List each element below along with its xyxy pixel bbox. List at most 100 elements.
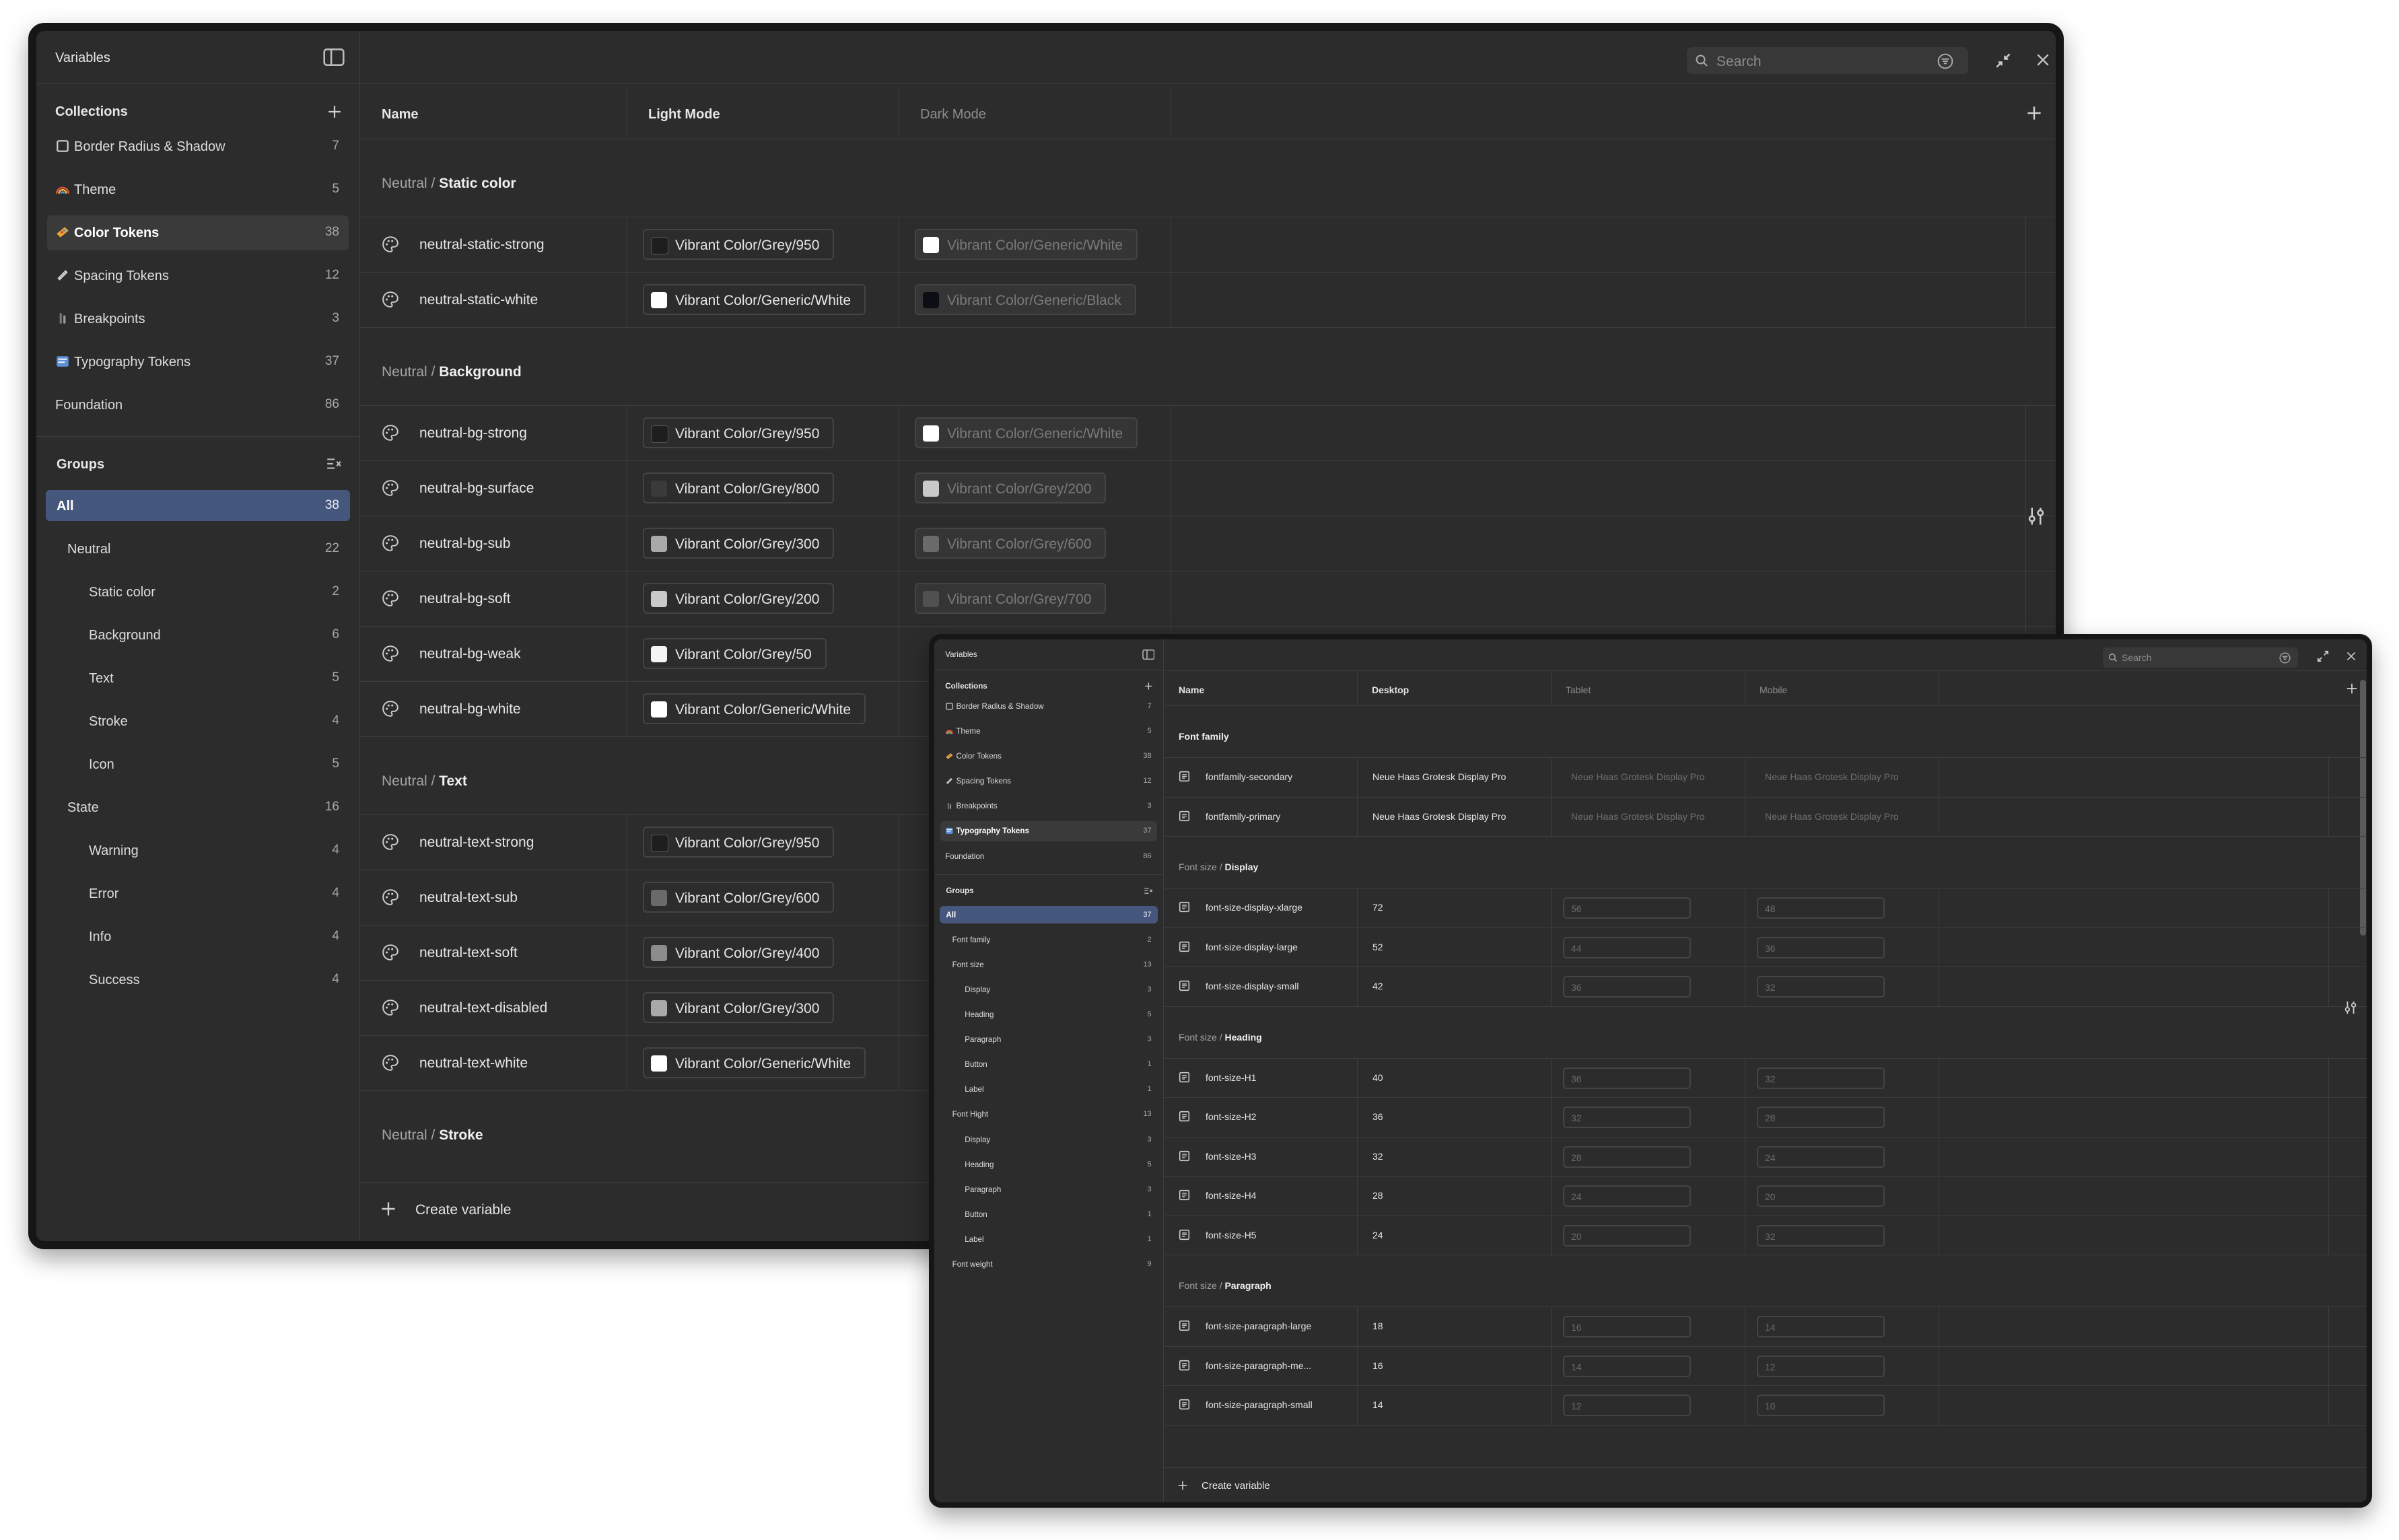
desktop-value[interactable]: 18 [1372,1321,1383,1332]
collection-item[interactable]: Theme 5 [47,172,349,207]
add-collection-icon[interactable] [327,104,342,119]
tablet-value-input[interactable]: 44 [1563,936,1691,958]
mobile-value-input[interactable]: 20 [1757,1185,1885,1207]
adjust-icon[interactable] [2343,1000,2358,1015]
search-input[interactable]: Search [1716,53,1762,70]
light-mode-value[interactable]: Vibrant Color/Grey/400 [643,937,835,968]
create-variable-button[interactable]: Create variable [1177,1479,1312,1494]
collection-item[interactable]: Color Tokens 38 [47,215,349,250]
light-mode-value[interactable]: Vibrant Color/Generic/White [643,693,866,724]
filter-list-icon[interactable] [1144,886,1153,895]
add-mode-icon[interactable] [2026,105,2042,121]
column-header-name[interactable]: Name [1179,685,1204,696]
variable-row[interactable]: neutral-static-strong Vibrant Color/Grey/… [360,217,2056,272]
group-item[interactable]: Neutral 22 [46,533,350,564]
group-item[interactable]: Heading 5 [940,1156,1158,1174]
column-header-dark-mode[interactable]: Dark Mode [920,106,986,123]
mobile-value[interactable]: Neue Haas Grotesk Display Pro [1765,811,1898,823]
panel-icon[interactable] [323,48,345,66]
group-item[interactable]: Font weight 9 [940,1255,1158,1273]
search-input[interactable]: Search [2122,652,2151,664]
variable-row[interactable]: neutral-bg-sub Vibrant Color/Grey/300 Vibr… [360,516,2056,571]
collection-item[interactable]: Foundation 86 [47,388,349,423]
group-item[interactable]: Label 1 [940,1230,1158,1249]
mobile-value-input[interactable]: 32 [1757,976,1885,998]
collection-item[interactable]: Typography Tokens 37 [47,345,349,380]
group-item[interactable]: Warning 4 [46,835,350,866]
collection-item[interactable]: Spacing Tokens 12 [47,258,349,293]
collapse-icon[interactable] [1995,53,2011,69]
desktop-value[interactable]: Neue Haas Grotesk Display Pro [1372,771,1506,783]
tablet-value-input[interactable]: 24 [1563,1185,1691,1207]
variable-row[interactable]: font-size-display-xlarge 72 56 48 [1164,888,2367,928]
dark-mode-value[interactable]: Vibrant Color/Grey/700 [915,583,1107,614]
group-item[interactable]: Background 6 [46,619,350,650]
light-mode-value[interactable]: Vibrant Color/Grey/600 [643,882,835,913]
close-icon[interactable] [2036,53,2050,67]
mobile-value-input[interactable]: 32 [1757,1224,1885,1247]
group-item[interactable]: Icon 5 [46,748,350,779]
variable-row[interactable]: font-size-H5 24 20 32 [1164,1215,2367,1255]
variable-row[interactable]: font-size-paragraph-me... 16 14 12 [1164,1345,2367,1385]
search-box[interactable]: Search [1687,47,1968,74]
mobile-value-input[interactable]: 48 [1757,897,1885,919]
group-item[interactable]: Display 3 [940,981,1158,999]
desktop-value[interactable]: Neue Haas Grotesk Display Pro [1372,811,1506,823]
column-header-name[interactable]: Name [382,106,418,123]
group-item[interactable]: Button 1 [940,1055,1158,1074]
group-item[interactable]: Error 4 [46,878,350,909]
collection-item[interactable]: Theme 5 [940,722,1156,742]
column-header-mobile[interactable]: Mobile [1760,685,1787,696]
add-collection-icon[interactable] [1144,682,1153,691]
variable-row[interactable]: neutral-bg-soft Vibrant Color/Grey/200 Vib… [360,571,2056,626]
collection-item[interactable]: Color Tokens 38 [940,746,1156,767]
adjust-icon[interactable] [2026,506,2046,526]
column-header-tablet[interactable]: Tablet [1566,685,1591,696]
tablet-value-input[interactable]: 12 [1563,1395,1691,1416]
tablet-value[interactable]: Neue Haas Grotesk Display Pro [1571,771,1704,783]
variable-row[interactable]: neutral-static-white Vibrant Color/Generi… [360,272,2056,327]
light-mode-value[interactable]: Vibrant Color/Generic/White [643,284,866,315]
variable-row[interactable]: font-size-paragraph-small 14 12 10 [1164,1385,2367,1425]
mobile-value-input[interactable]: 24 [1757,1146,1885,1168]
collection-item[interactable]: Foundation 86 [940,846,1156,866]
light-mode-value[interactable]: Vibrant Color/Grey/200 [643,583,835,614]
expand-icon[interactable] [2317,650,2329,662]
light-mode-value[interactable]: Vibrant Color/Grey/950 [643,417,835,448]
tablet-value-input[interactable]: 56 [1563,897,1691,919]
desktop-value[interactable]: 52 [1372,942,1383,953]
variable-row[interactable]: font-size-paragraph-large 18 16 14 [1164,1306,2367,1346]
variable-row[interactable]: neutral-bg-strong Vibrant Color/Grey/950 V… [360,405,2056,460]
group-item[interactable]: Button 1 [940,1205,1158,1224]
light-mode-value[interactable]: Vibrant Color/Grey/300 [643,528,835,559]
group-item[interactable]: Paragraph 3 [940,1030,1158,1049]
variable-row[interactable]: font-size-display-small 42 36 32 [1164,967,2367,1006]
collection-item[interactable]: Breakpoints 3 [940,796,1156,816]
desktop-value[interactable]: 72 [1372,902,1383,913]
desktop-value[interactable]: 36 [1372,1111,1383,1123]
tablet-value-input[interactable]: 36 [1563,976,1691,998]
search-box[interactable]: Search [2103,648,2298,668]
variable-row[interactable]: neutral-bg-surface Vibrant Color/Grey/800… [360,460,2056,516]
tablet-value-input[interactable]: 28 [1563,1146,1691,1168]
tablet-value-input[interactable]: 36 [1563,1067,1691,1089]
light-mode-value[interactable]: Vibrant Color/Grey/950 [643,827,835,858]
variable-row[interactable]: font-size-H3 32 28 24 [1164,1136,2367,1176]
group-item[interactable]: Paragraph 3 [940,1181,1158,1199]
collection-item[interactable]: Typography Tokens 37 [940,821,1157,842]
dark-mode-value[interactable]: Vibrant Color/Generic/White [915,417,1138,448]
light-mode-value[interactable]: Vibrant Color/Generic/White [643,1047,866,1078]
light-mode-value[interactable]: Vibrant Color/Grey/800 [643,473,835,503]
close-icon[interactable] [2346,651,2357,662]
desktop-value[interactable]: 32 [1372,1151,1383,1162]
group-item[interactable]: Heading 5 [940,1006,1158,1024]
group-item[interactable]: Label 1 [940,1080,1158,1098]
group-item[interactable]: All 37 [940,905,1158,924]
mobile-value[interactable]: Neue Haas Grotesk Display Pro [1765,771,1898,783]
mobile-value-input[interactable]: 32 [1757,1067,1885,1089]
variable-row[interactable]: fontfamily-secondary Neue Haas Grotesk Di… [1164,757,2367,797]
group-item[interactable]: Font family 2 [940,931,1158,949]
create-variable-button[interactable]: Create variable [380,1199,555,1220]
add-mode-icon[interactable] [2346,682,2358,695]
group-item[interactable]: Static color 2 [46,576,350,607]
